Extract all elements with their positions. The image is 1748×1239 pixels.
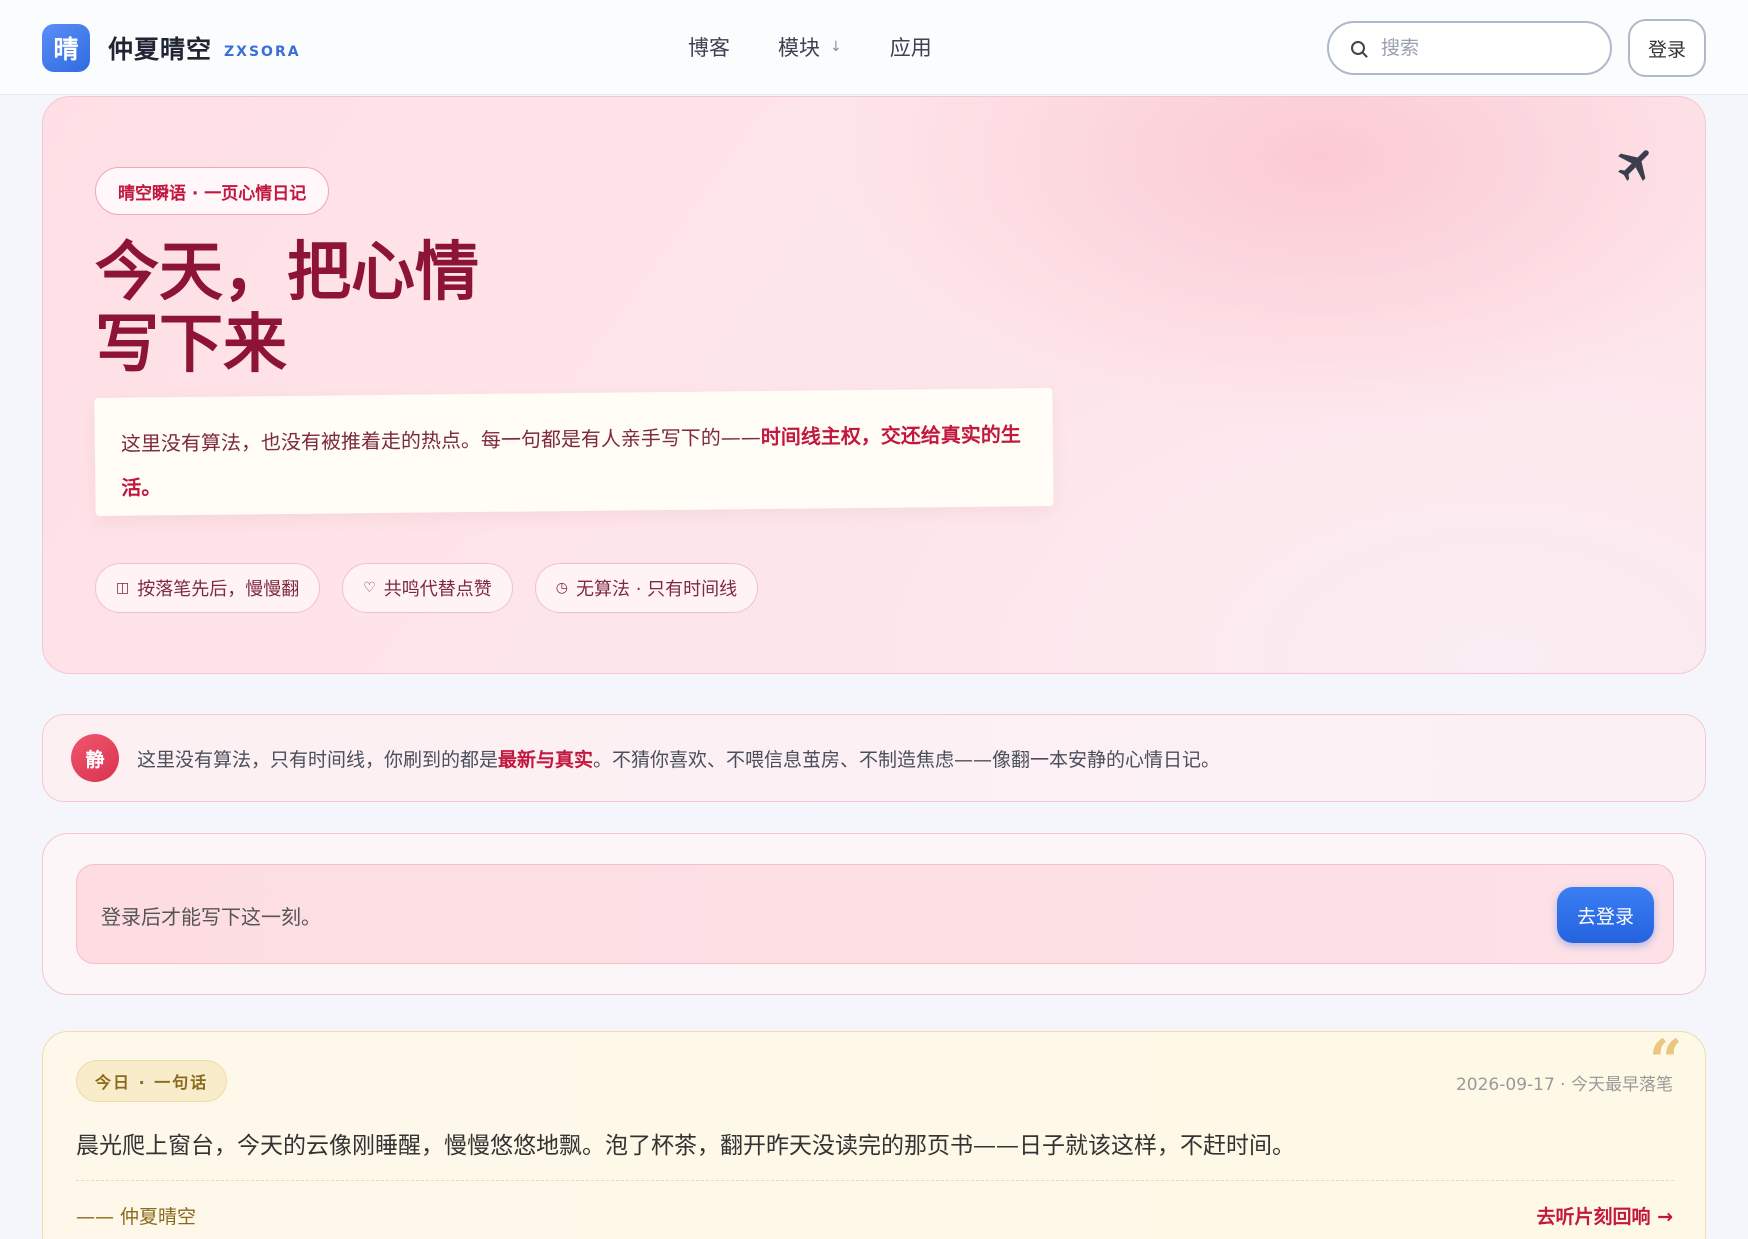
- divider: [76, 1180, 1674, 1181]
- daily-sentence-card: 今日 · 一句话 “ 2026-09-17 · 今天最早落笔 晨光爬上窗台，今天…: [42, 1031, 1706, 1239]
- compose-prompt-text: 登录后才能写下这一刻。: [101, 905, 321, 929]
- daily-meta: 2026-09-17 · 今天最早落笔: [1455, 1075, 1673, 1095]
- book-icon: ◫: [116, 580, 130, 596]
- feature-chips: ◫ 按落笔先后，慢慢翻 ♡ 共鸣代替点赞 ◷ 无算法 · 只有时间线: [95, 563, 780, 613]
- compose-prompt-box: 登录后才能写下这一刻。 去登录: [76, 864, 1674, 964]
- daily-text: 晨光爬上窗台，今天的云像刚睡醒，慢慢悠悠地飘。泡了杯茶，翻开昨天没读完的那页书—…: [76, 1133, 1295, 1159]
- hero-quote-text: 这里没有算法，也没有被推着走的热点。每一句都是有人亲手写下的——: [120, 425, 761, 456]
- hero-quote-card: 这里没有算法，也没有被推着走的热点。每一句都是有人亲手写下的——时间线主权，交还…: [94, 387, 1054, 517]
- search-box[interactable]: [1327, 21, 1612, 75]
- top-nav-bar: 晴 仲夏晴空 ZXSORA 博客 模块 ↓ 应用 登录: [0, 0, 1748, 95]
- nav-item-blog[interactable]: 博客: [688, 32, 730, 62]
- nav-item-label: 应用: [889, 36, 932, 60]
- chip-label: 共鸣代替点赞: [383, 579, 492, 600]
- nav-item-apps[interactable]: 应用: [890, 32, 932, 62]
- hero-badge: 晴空瞬语 · 一页心情日记: [95, 167, 330, 215]
- heart-icon: ♡: [363, 580, 376, 596]
- airplane-icon: [1618, 150, 1649, 181]
- go-login-button[interactable]: 去登录: [1557, 887, 1654, 943]
- main-nav: 博客 模块 ↓ 应用: [688, 32, 980, 62]
- nav-item-label: 博客: [688, 36, 730, 60]
- notice-text-highlight: 最新与真实: [498, 748, 594, 771]
- compose-panel: 登录后才能写下这一刻。 去登录: [42, 833, 1706, 995]
- clock-icon: ◷: [555, 580, 569, 596]
- brand-subtitle: ZXSORA: [224, 44, 301, 60]
- daily-author: —— 仲夏晴空: [76, 1206, 197, 1228]
- search-icon: [1351, 41, 1365, 55]
- brand-logo-icon[interactable]: 晴: [42, 24, 90, 72]
- hero-title-line-1: 今天，把心情: [95, 235, 479, 310]
- arrow-down-icon: ↓: [830, 39, 842, 55]
- chip-label: 按落笔先后，慢慢翻: [137, 579, 300, 600]
- chip-no-algorithm: ◷ 无算法 · 只有时间线: [534, 563, 759, 613]
- chip-timeline-order: ◫ 按落笔先后，慢慢翻: [95, 563, 321, 613]
- login-button[interactable]: 登录: [1628, 19, 1706, 77]
- hero-banner: 晴空瞬语 · 一页心情日记 今天，把心情 写下来 这里没有算法，也没有被推着走的…: [42, 96, 1706, 674]
- notice-text-part: 。不猜你喜欢、不喂信息茧房、不制造焦虑——像翻一本安静的心情日记。: [593, 748, 1221, 771]
- notice-text: 这里没有算法，只有时间线，你刷到的都是最新与真实。不猜你喜欢、不喂信息茧房、不制…: [137, 745, 1220, 772]
- nav-item-modules[interactable]: 模块 ↓: [778, 32, 842, 62]
- chip-label: 无算法 · 只有时间线: [576, 579, 738, 600]
- echo-link[interactable]: 去听片刻回响 →: [1536, 1202, 1673, 1229]
- notice-banner: 静 这里没有算法，只有时间线，你刷到的都是最新与真实。不猜你喜欢、不喂信息茧房、…: [42, 714, 1706, 802]
- notice-text-part: 这里没有算法，只有时间线，你刷到的都是: [137, 748, 499, 771]
- daily-badge: 今日 · 一句话: [76, 1060, 228, 1102]
- hero-title-line-2: 写下来: [95, 307, 287, 382]
- brand-name[interactable]: 仲夏晴空: [108, 30, 212, 66]
- chip-resonance: ♡ 共鸣代替点赞: [342, 563, 513, 613]
- hero-title: 今天，把心情 写下来: [95, 237, 615, 381]
- notice-avatar: 静: [71, 734, 119, 782]
- nav-item-label: 模块: [778, 36, 820, 60]
- search-input[interactable]: [1381, 37, 1581, 59]
- brand[interactable]: 晴 仲夏晴空 ZXSORA: [42, 24, 301, 72]
